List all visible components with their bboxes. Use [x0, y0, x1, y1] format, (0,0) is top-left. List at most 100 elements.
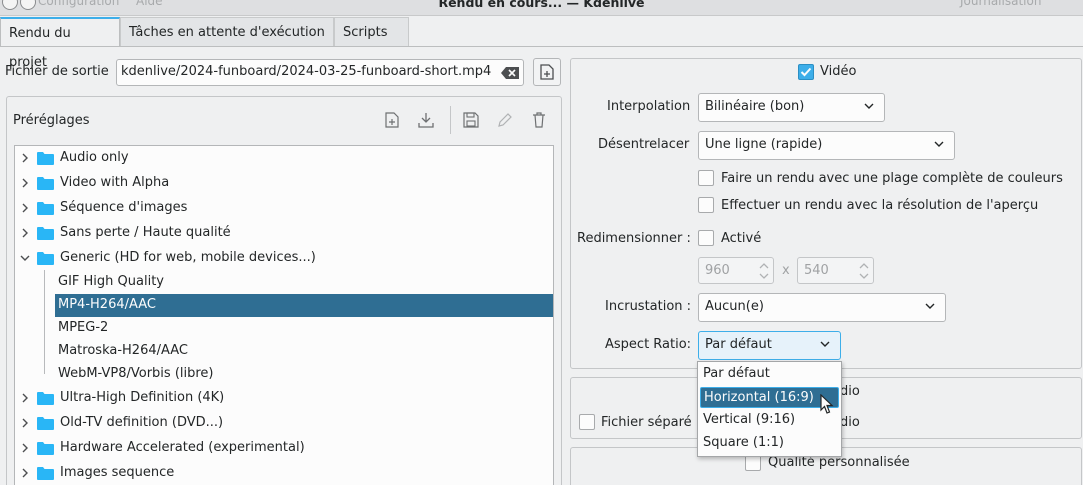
chevron-right-icon[interactable] [19, 392, 31, 404]
chevron-right-icon[interactable] [19, 417, 31, 429]
aspect-option-horizontal[interactable]: Horizontal (16:9) [700, 387, 839, 408]
tree-item-label: Audio only [60, 150, 129, 165]
chevron-down-icon [925, 303, 935, 309]
separate-file-label: Fichier séparé [601, 415, 692, 430]
separate-file-checkbox[interactable] [579, 414, 595, 430]
tree-item-hw-accel[interactable]: Hardware Accelerated (experimental) [15, 437, 553, 460]
overlay-label: Incrustation : [605, 299, 692, 314]
tree-item-mpeg2[interactable]: MPEG-2 [15, 317, 553, 340]
spin-up-icon[interactable] [859, 262, 869, 269]
edit-preset-icon[interactable] [496, 111, 514, 129]
presets-title: Préréglages [13, 113, 90, 128]
spin-down-icon[interactable] [859, 273, 869, 280]
spin-up-icon[interactable] [759, 262, 769, 269]
aspect-option-square[interactable]: Square (1:1) [700, 433, 839, 454]
output-file-input[interactable]: kdenlive/2024-funboard/2024-03-25-funboa… [116, 59, 524, 86]
aspect-ratio-select[interactable]: Par défaut [698, 331, 841, 360]
folder-icon [37, 202, 54, 215]
tree-item-label: Images sequence [60, 465, 175, 480]
tree-item-image-sequence-fr[interactable]: Séquence d'images [15, 197, 553, 220]
menu-ghost-log: Journalisation [960, 0, 1042, 8]
preview-resolution-checkbox[interactable] [698, 197, 714, 213]
aspect-option-vertical[interactable]: Vertical (9:16) [700, 410, 839, 431]
resize-active-label: Activé [721, 231, 762, 246]
toolbar-separator [450, 106, 451, 134]
tree-item-label: Video with Alpha [60, 175, 170, 190]
tab-divider [0, 46, 1083, 47]
chevron-right-icon[interactable] [19, 467, 31, 479]
tree-item-generic[interactable]: Generic (HD for web, mobile devices...) [15, 247, 553, 270]
folder-icon [37, 152, 54, 165]
chevron-down-icon[interactable] [19, 252, 31, 264]
new-preset-icon[interactable] [383, 111, 401, 129]
resize-height-value: 540 [804, 263, 829, 278]
preset-tree[interactable]: Audio only Video with Alpha Séquence d'i… [14, 145, 554, 485]
overlay-value: Aucun(e) [705, 299, 764, 314]
resize-width-spinbox[interactable]: 960 [698, 257, 774, 284]
tree-item-images-sequence[interactable]: Images sequence [15, 462, 553, 485]
full-range-label: Faire un rendu avec une plage complète d… [721, 171, 1063, 186]
tree-item-label: Hardware Accelerated (experimental) [60, 440, 305, 455]
tree-item-gif-hq[interactable]: GIF High Quality [15, 271, 553, 294]
tree-item-mp4-h264[interactable]: MP4-H264/AAC [55, 294, 553, 317]
chevron-down-icon [934, 141, 944, 147]
aspect-ratio-value: Par défaut [705, 337, 772, 352]
folder-icon [37, 417, 54, 430]
save-preset-icon[interactable] [462, 111, 480, 129]
tree-item-lossless[interactable]: Sans perte / Haute qualité [15, 222, 553, 245]
tree-item-webm[interactable]: WebM-VP8/Vorbis (libre) [15, 363, 553, 386]
aspect-option-default[interactable]: Par défaut [700, 364, 839, 385]
resize-times-label: x [782, 263, 790, 278]
tree-item-label: Ultra-High Definition (4K) [60, 390, 225, 405]
interpolation-select[interactable]: Bilinéaire (bon) [698, 93, 885, 122]
preview-resolution-label: Effectuer un rendu avec la résolution de… [721, 198, 1039, 213]
download-preset-icon[interactable] [417, 111, 435, 129]
video-enabled-checkbox[interactable] [798, 64, 814, 80]
tab-pending-jobs[interactable]: Tâches en attente d'exécution [120, 17, 334, 47]
chevron-right-icon[interactable] [19, 202, 31, 214]
deinterlace-select[interactable]: Une ligne (rapide) [698, 131, 955, 160]
spin-down-icon[interactable] [759, 273, 769, 280]
chevron-right-icon[interactable] [19, 227, 31, 239]
deinterlace-label: Désentrelacer [598, 137, 690, 152]
tab-scripts[interactable]: Scripts [334, 17, 409, 47]
audio-enabled-label-fragment: dio [840, 384, 860, 399]
tree-item-audio-only[interactable]: Audio only [15, 147, 553, 170]
tree-item-label: Séquence d'images [60, 200, 188, 215]
tree-item-matroska[interactable]: Matroska-H264/AAC [15, 340, 553, 363]
chevron-right-icon[interactable] [19, 152, 31, 164]
chevron-down-icon [820, 341, 830, 347]
tree-item-label: Matroska-H264/AAC [58, 343, 188, 358]
tree-item-video-alpha[interactable]: Video with Alpha [15, 172, 553, 195]
chevron-right-icon[interactable] [19, 442, 31, 454]
clear-text-icon[interactable] [501, 67, 519, 79]
aspect-ratio-label: Aspect Ratio: [605, 337, 692, 352]
folder-icon [37, 392, 54, 405]
chevron-right-icon[interactable] [19, 177, 31, 189]
render-tabs: Rendu du projet Tâches en attente d'exéc… [0, 17, 1083, 70]
chevron-down-icon [864, 103, 874, 109]
folder-icon [37, 227, 54, 240]
resize-height-spinbox[interactable]: 540 [797, 257, 874, 284]
custom-quality-label: Qualité personnalisée [768, 455, 910, 470]
folder-icon [37, 252, 54, 265]
tree-item-uhd[interactable]: Ultra-High Definition (4K) [15, 387, 553, 410]
video-enabled-label: Vidéo [820, 64, 857, 79]
custom-quality-checkbox[interactable] [745, 455, 761, 471]
resize-label: Redimensionner : [577, 231, 691, 246]
tree-item-label: Generic (HD for web, mobile devices...) [60, 250, 316, 265]
resize-active-checkbox[interactable] [698, 230, 714, 246]
tree-item-label: Sans perte / Haute qualité [60, 225, 231, 240]
tree-item-old-tv[interactable]: Old-TV definition (DVD...) [15, 412, 553, 435]
window-titlebar: Configuration Aide Rendu en cours... — K… [0, 0, 1083, 16]
mouse-cursor-icon [820, 394, 834, 414]
overlay-select[interactable]: Aucun(e) [698, 293, 946, 322]
delete-preset-icon[interactable] [530, 111, 548, 129]
tree-item-label: WebM-VP8/Vorbis (libre) [58, 366, 214, 381]
folder-icon [37, 442, 54, 455]
output-file-label: Fichier de sortie [5, 64, 109, 79]
full-range-checkbox[interactable] [698, 170, 714, 186]
open-file-button[interactable] [533, 58, 561, 86]
tree-item-label: MPEG-2 [58, 320, 109, 335]
tab-project-render[interactable]: Rendu du projet [0, 17, 120, 70]
